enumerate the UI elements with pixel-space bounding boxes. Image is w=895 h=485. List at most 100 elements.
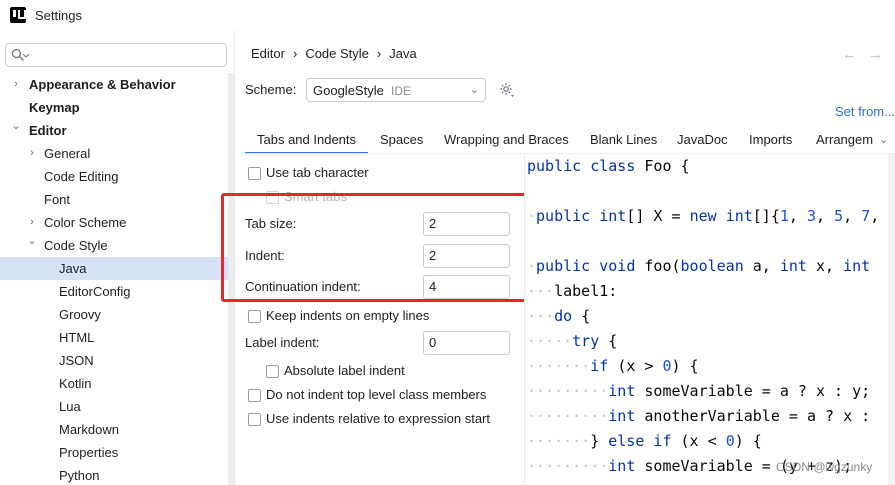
sidebar-item-label: Lua xyxy=(59,399,81,414)
sidebar-item-markdown[interactable]: Markdown xyxy=(0,418,234,441)
sidebar-item-label: Kotlin xyxy=(59,376,92,391)
code-line: ·······if (x > 0) { xyxy=(527,354,699,379)
sidebar-item-json[interactable]: JSON xyxy=(0,349,234,372)
absolute-label-indent-checkbox[interactable] xyxy=(266,365,279,378)
search-dropdown-icon[interactable] xyxy=(23,54,29,58)
sidebar-item-java[interactable]: Java xyxy=(0,257,234,280)
code-line: ·········int anotherVariable = a ? x : xyxy=(527,404,879,429)
code-token: 0 xyxy=(662,357,672,375)
code-token: try xyxy=(572,332,609,350)
sidebar-item-appearance-behavior[interactable]: › Appearance & Behavior xyxy=(0,73,234,96)
code-token: 5 xyxy=(834,207,844,225)
sidebar-item-code-style[interactable]: ⌄ Code Style xyxy=(0,234,234,257)
chevron-right-icon[interactable]: › xyxy=(26,211,38,234)
tab-imports[interactable]: Imports xyxy=(737,126,804,154)
code-line: public class Foo { xyxy=(527,154,690,179)
code-line: ·public void foo(boolean a, int x, int xyxy=(527,254,870,279)
sidebar-item-kotlin[interactable]: Kotlin xyxy=(0,372,234,395)
chevron-down-icon[interactable]: ⌄ xyxy=(26,234,38,257)
tab-tabs-and-indents[interactable]: Tabs and Indents xyxy=(245,126,369,154)
breadcrumb-separator: › xyxy=(292,46,298,61)
breadcrumb-separator: › xyxy=(376,46,382,61)
chevron-right-icon[interactable]: › xyxy=(26,142,38,165)
code-token: int xyxy=(599,207,627,225)
sidebar-item-keymap[interactable]: Keymap xyxy=(0,96,234,119)
breadcrumb-code-style[interactable]: Code Style xyxy=(305,46,369,61)
tab-blank-lines[interactable]: Blank Lines xyxy=(578,126,669,154)
sidebar-item-label: General xyxy=(44,146,91,161)
code-token: foo( xyxy=(644,257,681,275)
breadcrumb: Editor › Code Style › Java xyxy=(251,46,417,61)
settings-search-input[interactable] xyxy=(5,43,227,67)
sidebar-item-label: Code Style xyxy=(44,238,108,253)
code-token: boolean xyxy=(680,257,753,275)
code-token: int xyxy=(608,457,645,475)
red-highlight-annotation xyxy=(221,193,527,302)
chevron-down-icon: ⌄ xyxy=(469,84,479,96)
sidebar-item-editor[interactable]: ⌄ Editor xyxy=(0,119,234,142)
settings-tree: › Appearance & Behavior Keymap ⌄ Editor › Gene… xyxy=(0,73,234,485)
sidebar-item-html[interactable]: HTML xyxy=(0,326,234,349)
code-token: if xyxy=(590,357,618,375)
code-token: Foo { xyxy=(644,157,690,175)
window-title: Settings xyxy=(35,7,82,23)
forward-arrow-icon[interactable]: → xyxy=(868,46,883,63)
sidebar-item-label: Python xyxy=(59,468,100,483)
sidebar-item-label: HTML xyxy=(59,330,95,345)
tab-javadoc[interactable]: JavaDoc xyxy=(665,126,740,154)
code-token: , xyxy=(843,207,862,225)
scheme-dropdown[interactable]: GoogleStyle IDE ⌄ xyxy=(306,78,486,102)
code-token: do xyxy=(554,307,582,325)
chevron-down-icon[interactable]: ⌄ xyxy=(10,119,22,142)
keep-indents-empty-lines-checkbox[interactable] xyxy=(248,310,261,323)
sidebar-item-properties[interactable]: Properties xyxy=(0,441,234,464)
intellij-app-icon xyxy=(10,7,26,23)
code-token: 1 xyxy=(779,207,789,225)
code-token: ) { xyxy=(671,357,699,375)
code-token: int xyxy=(779,257,816,275)
sidebar-item-label: Editor xyxy=(29,123,67,138)
sidebar-item-editorconfig[interactable]: EditorConfig xyxy=(0,280,234,303)
code-preview-scrollbar[interactable] xyxy=(888,154,895,485)
code-token: (x > xyxy=(617,357,663,375)
indents-relative-expression-checkbox[interactable] xyxy=(248,413,261,426)
code-token: new xyxy=(689,207,726,225)
no-indent-top-level-checkbox[interactable] xyxy=(248,389,261,402)
code-line: ·······} else if (x < 0) { xyxy=(527,429,762,454)
sidebar-item-general[interactable]: › General xyxy=(0,142,234,165)
code-token: ······· xyxy=(527,432,591,450)
code-token: x, xyxy=(816,257,844,275)
back-arrow-icon[interactable]: ← xyxy=(842,46,857,63)
sidebar-item-label: Markdown xyxy=(59,422,119,437)
tab-arrangement[interactable]: Arrangem xyxy=(804,126,885,154)
use-tab-character-checkbox[interactable] xyxy=(248,167,261,180)
sidebar-item-label: Code Editing xyxy=(44,169,119,184)
sidebar-item-label: Groovy xyxy=(59,307,101,322)
scheme-ide-tag: IDE xyxy=(391,84,412,98)
code-token: ········· xyxy=(527,407,609,425)
label-indent-field[interactable]: 0 xyxy=(423,331,510,355)
sidebar-item-font[interactable]: Font xyxy=(0,188,234,211)
watermark: CSDN @wgzunky xyxy=(776,460,873,474)
scheme-label: Scheme: xyxy=(245,82,297,97)
sidebar-item-color-scheme[interactable]: › Color Scheme xyxy=(0,211,234,234)
code-token: , xyxy=(816,207,835,225)
tab-wrapping-and-braces[interactable]: Wrapping and Braces xyxy=(432,126,581,154)
code-token: else if xyxy=(608,432,681,450)
code-token: label1: xyxy=(554,282,618,300)
sidebar-item-label: EditorConfig xyxy=(59,284,131,299)
sidebar-item-python[interactable]: Python xyxy=(0,464,234,485)
chevron-right-icon[interactable]: › xyxy=(10,73,22,96)
tab-spaces[interactable]: Spaces xyxy=(368,126,435,154)
code-token: int xyxy=(608,382,645,400)
tabs-overflow-chevron-icon[interactable]: ⌄ xyxy=(879,133,888,146)
settings-sidebar: › Appearance & Behavior Keymap ⌄ Editor › Gene… xyxy=(0,30,234,485)
sidebar-item-groovy[interactable]: Groovy xyxy=(0,303,234,326)
code-preview[interactable]: public class Foo {·public int[] X = new … xyxy=(524,154,895,485)
history-navigation: ← → xyxy=(838,46,888,64)
sidebar-item-code-editing[interactable]: Code Editing xyxy=(0,165,234,188)
breadcrumb-editor[interactable]: Editor xyxy=(251,46,285,61)
sidebar-item-lua[interactable]: Lua xyxy=(0,395,234,418)
set-from-link[interactable]: Set from... xyxy=(835,104,895,119)
gear-icon[interactable] xyxy=(499,82,515,98)
